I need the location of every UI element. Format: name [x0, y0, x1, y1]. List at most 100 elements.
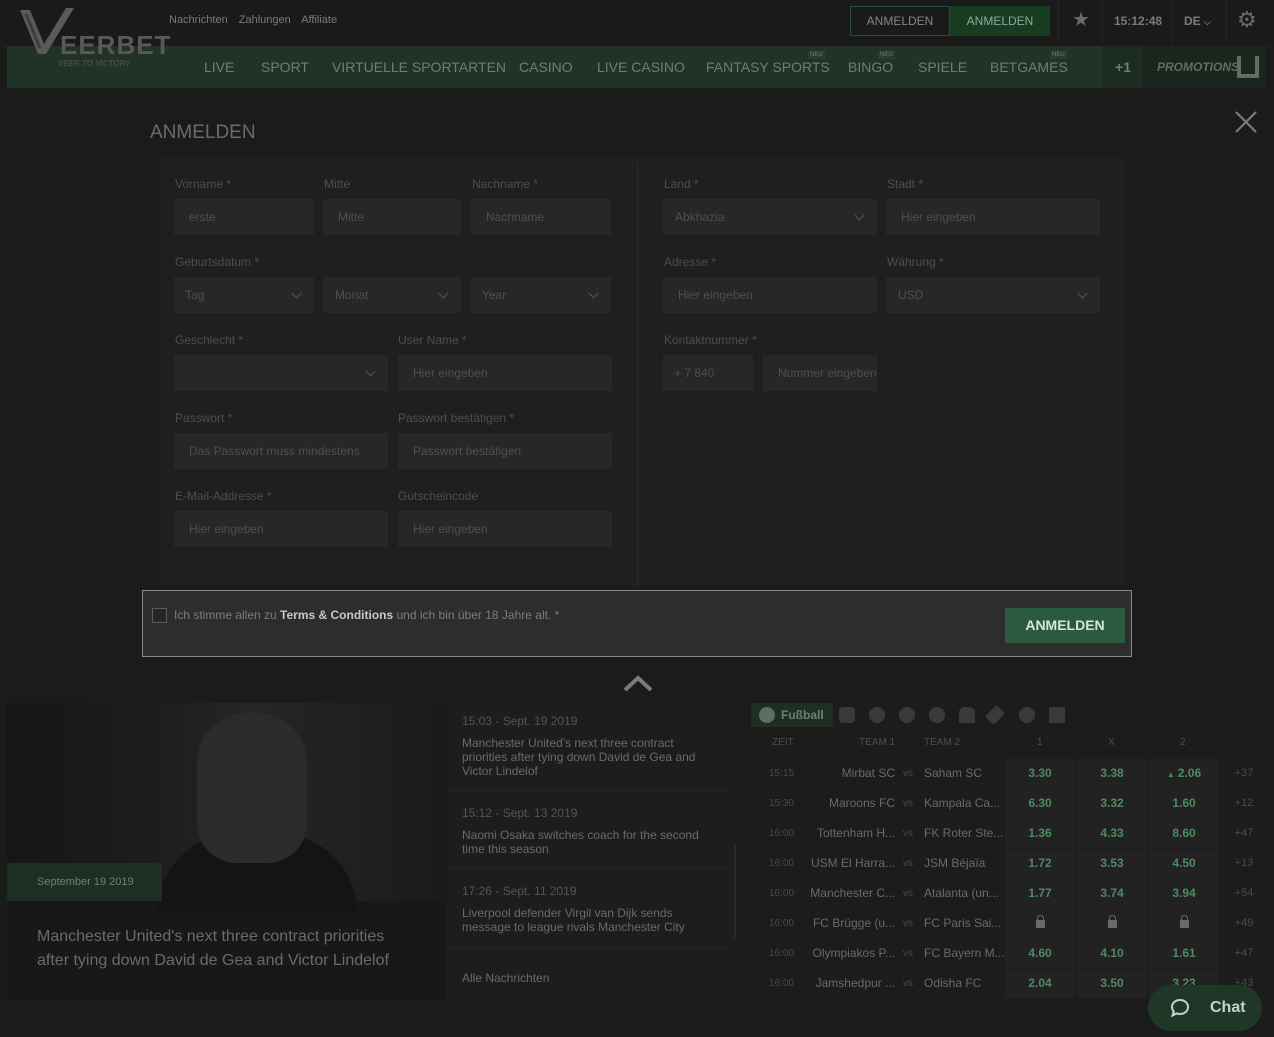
- gear-icon[interactable]: ⚙: [1237, 9, 1259, 31]
- username-input[interactable]: Hier eingeben: [398, 355, 612, 391]
- first-name-input[interactable]: erste: [174, 199, 314, 235]
- email-input[interactable]: Hier eingeben: [174, 511, 388, 547]
- news-item[interactable]: 15:12 - Sept. 13 2019 Naomi Osaka switch…: [447, 806, 729, 856]
- news-hero[interactable]: September 19 2019 Manchester United's ne…: [7, 703, 447, 1000]
- language-selector[interactable]: DE ⌵: [1184, 14, 1211, 28]
- nav-live-casino[interactable]: LIVE CASINO: [597, 59, 685, 75]
- nav-bingo[interactable]: BINGO NEU: [848, 51, 895, 75]
- odds-ox-button[interactable]: [1077, 909, 1147, 938]
- header-login-button[interactable]: ANMELDEN: [850, 6, 950, 36]
- nav-fantasy-sports[interactable]: FANTASY SPORTS NEU: [706, 51, 830, 75]
- header-register-button[interactable]: ANMELDEN: [950, 6, 1050, 36]
- hockey-icon[interactable]: [985, 705, 1005, 725]
- team-home: Olympiakos P...: [812, 946, 895, 960]
- hero-caption[interactable]: Manchester United's next three contract …: [37, 925, 417, 973]
- brand-logo[interactable]: EERBET VEER TO VICTORY: [18, 4, 170, 68]
- more-markets-link[interactable]: +37: [1221, 759, 1267, 788]
- news-meta: 17:26 - Sept. 11 2019: [462, 884, 577, 898]
- odds-row[interactable]: 15:15 Mirbat SC vs Saham SC 3.30 3.38 ▲ 2.06 +37: [749, 759, 1267, 789]
- all-news-link[interactable]: Alle Nachrichten: [462, 971, 549, 985]
- more-markets-link[interactable]: +13: [1221, 849, 1267, 878]
- odds-o2-button[interactable]: 4.50: [1149, 849, 1219, 878]
- tab-football[interactable]: Fußball: [751, 703, 833, 727]
- news-item[interactable]: 15:03 - Sept. 19 2019 Manchester United'…: [447, 714, 729, 778]
- player-icon[interactable]: [959, 707, 975, 723]
- register-submit-button[interactable]: ANMELDEN: [1005, 608, 1125, 643]
- nav-casino[interactable]: CASINO: [519, 59, 573, 75]
- more-markets-link[interactable]: +47: [1221, 939, 1267, 968]
- birth-day-select[interactable]: Tag: [174, 277, 314, 313]
- volleyball-icon[interactable]: [899, 707, 915, 723]
- phone-code-input[interactable]: + 7 840: [663, 355, 753, 391]
- more-markets-link[interactable]: +49: [1221, 909, 1267, 938]
- news-item[interactable]: 17:26 - Sept. 11 2019 Liverpool defender…: [447, 884, 729, 934]
- chat-button[interactable]: Chat: [1148, 985, 1262, 1031]
- tennis-icon[interactable]: [929, 707, 945, 723]
- top-link-payments[interactable]: Zahlungen: [239, 14, 291, 26]
- nav-live[interactable]: LIVE: [204, 59, 234, 75]
- esports-icon[interactable]: [1049, 707, 1065, 723]
- nav-virtual-sports[interactable]: VIRTUELLE SPORTARTEN: [332, 59, 506, 75]
- odds-o2-button[interactable]: [1149, 909, 1219, 938]
- odds-ox-button[interactable]: 4.10: [1077, 939, 1147, 968]
- odds-row[interactable]: 16:00 USM El Harra... vs JSM Béjaïa 1.72 3.53…: [749, 849, 1267, 879]
- address-input[interactable]: Hier eingeben: [663, 277, 877, 313]
- terms-checkbox[interactable]: [152, 608, 167, 623]
- odds-o1-button[interactable]: [1005, 909, 1075, 938]
- odds-o2-button[interactable]: ▲ 2.06: [1149, 759, 1219, 788]
- birth-year-select[interactable]: Year: [471, 277, 611, 313]
- odds-o2-button[interactable]: 3.94: [1149, 879, 1219, 908]
- nav-sport[interactable]: SPORT: [261, 59, 309, 75]
- odds-row[interactable]: 16:00 Manchester C... vs Atalanta (un... 1.7…: [749, 879, 1267, 909]
- odds-o2-button[interactable]: 8.60: [1149, 819, 1219, 848]
- voucher-input[interactable]: Hier eingeben: [398, 511, 612, 547]
- more-markets-link[interactable]: +54: [1221, 879, 1267, 908]
- star-icon[interactable]: ★: [1072, 10, 1092, 30]
- password-input[interactable]: Das Passwort muss mindestens: [174, 433, 388, 469]
- news-scrollbar[interactable]: [734, 843, 736, 938]
- chevron-up-icon[interactable]: [622, 672, 654, 694]
- top-link-affiliate[interactable]: Affiliate: [301, 14, 337, 26]
- odds-o1-button[interactable]: 6.30: [1005, 789, 1075, 818]
- terms-link[interactable]: Terms & Conditions: [280, 608, 393, 622]
- city-input[interactable]: Hier eingeben: [886, 199, 1100, 235]
- middle-name-input[interactable]: Mitte: [323, 199, 461, 235]
- promotions-button[interactable]: PROMOTIONS: [1143, 46, 1267, 88]
- odds-ox-button[interactable]: 3.53: [1077, 849, 1147, 878]
- odds-o2-button[interactable]: 1.60: [1149, 789, 1219, 818]
- odds-o1-button[interactable]: 4.60: [1005, 939, 1075, 968]
- odds-row[interactable]: 15:30 Maroons FC vs Kampala Ca... 6.30 3.32 1.…: [749, 789, 1267, 819]
- close-icon[interactable]: [1232, 108, 1260, 136]
- currency-select[interactable]: USD: [886, 277, 1100, 313]
- odds-row[interactable]: 16:00 FC Brügge (u... vs FC Paris Sai... +49: [749, 909, 1267, 939]
- odds-o1-button[interactable]: 1.77: [1005, 879, 1075, 908]
- odds-o1-button[interactable]: 1.36: [1005, 819, 1075, 848]
- gender-select[interactable]: [174, 355, 388, 391]
- odds-o1-button[interactable]: 1.72: [1005, 849, 1075, 878]
- odds-o1-button[interactable]: 2.04: [1005, 969, 1075, 998]
- basketball-icon[interactable]: [869, 707, 885, 723]
- more-markets-link[interactable]: +47: [1221, 819, 1267, 848]
- top-link-news[interactable]: Nachrichten: [169, 14, 228, 26]
- odds-ox-button[interactable]: 4.33: [1077, 819, 1147, 848]
- password-confirm-input[interactable]: Passwort bestätigen: [398, 433, 612, 469]
- birth-month-select[interactable]: Monat: [323, 277, 461, 313]
- table-tennis-icon[interactable]: [1019, 707, 1035, 723]
- odds-o1-button[interactable]: 3.30: [1005, 759, 1075, 788]
- match-time: 16:00: [769, 858, 795, 869]
- odds-ox-button[interactable]: 3.32: [1077, 789, 1147, 818]
- phone-number-input[interactable]: Nummer eingeben: [763, 355, 877, 391]
- nav-more-button[interactable]: +1: [1103, 46, 1143, 88]
- odds-ox-button[interactable]: 3.74: [1077, 879, 1147, 908]
- odds-ox-button[interactable]: 3.38: [1077, 759, 1147, 788]
- tennis-table-icon[interactable]: [839, 707, 855, 723]
- odds-ox-button[interactable]: 3.50: [1077, 969, 1147, 998]
- more-markets-link[interactable]: +12: [1221, 789, 1267, 818]
- nav-betgames[interactable]: BETGAMES NEU: [990, 51, 1068, 75]
- country-select[interactable]: Abkhazia: [663, 199, 877, 235]
- nav-games[interactable]: SPIELE: [918, 59, 967, 75]
- odds-row[interactable]: 16:00 Tottenham H... vs FK Roter Ste... 1.36…: [749, 819, 1267, 849]
- odds-o2-button[interactable]: 1.61: [1149, 939, 1219, 968]
- odds-row[interactable]: 16:00 Olympiakos P... vs FC Bayern M... 4.60…: [749, 939, 1267, 969]
- last-name-input[interactable]: Nachname: [471, 199, 611, 235]
